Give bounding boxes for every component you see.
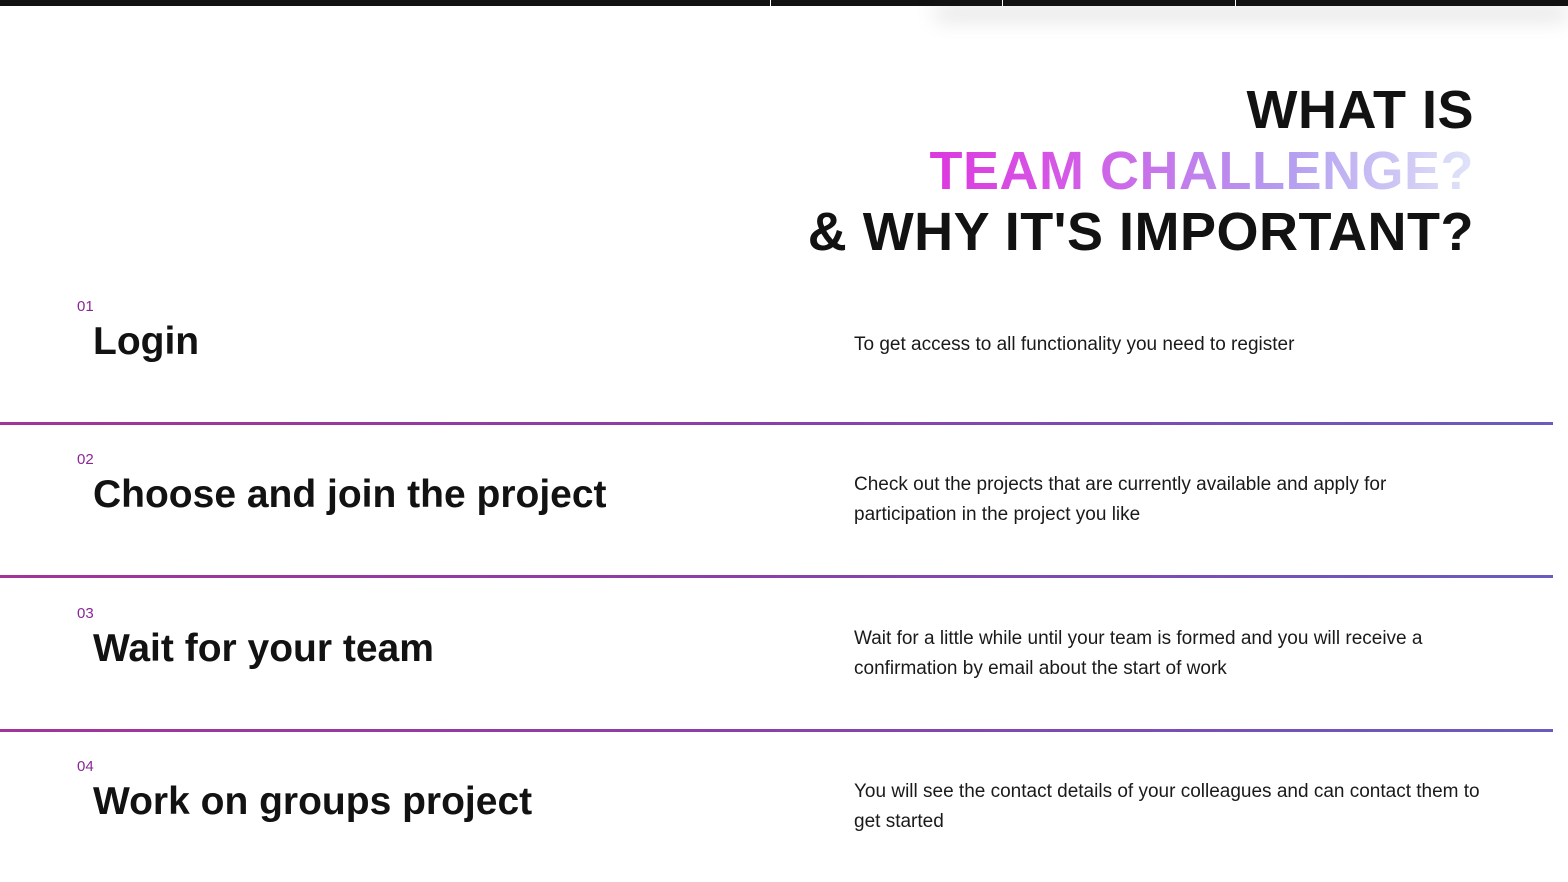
step-title: Work on groups project	[93, 780, 533, 823]
step-number: 03	[77, 605, 94, 622]
step-description: You will see the contact details of your…	[854, 781, 1480, 832]
step-item-login: 01 Login To get access to all functional…	[0, 298, 1568, 451]
step-item-wait-team: 03 Wait for your team Wait for a little …	[0, 605, 1568, 758]
nav-shadow	[935, 0, 1568, 6]
step-description: To get access to all functionality you n…	[854, 334, 1295, 355]
heading-line-1: WHAT IS	[1246, 80, 1474, 140]
step-title: Choose and join the project	[93, 473, 607, 516]
step-title: Login	[93, 320, 200, 363]
heading-line-3: & WHY IT'S IMPORTANT?	[807, 202, 1474, 262]
top-navigation-bar	[0, 0, 1568, 6]
step-divider	[0, 729, 1553, 732]
section-heading: WHAT IS TEAM CHALLENGE? & WHY IT'S IMPOR…	[808, 80, 1474, 263]
step-divider	[0, 575, 1553, 578]
step-divider	[0, 422, 1553, 425]
step-number: 02	[77, 451, 94, 468]
step-description: Wait for a little while until your team …	[854, 628, 1423, 679]
step-number: 04	[77, 758, 94, 775]
nav-separator	[770, 0, 771, 6]
step-item-choose-project: 02 Choose and join the project Check out…	[0, 451, 1568, 604]
step-item-work-project: 04 Work on groups project You will see t…	[0, 758, 1568, 882]
step-number: 01	[77, 298, 94, 315]
step-description: Check out the projects that are currentl…	[854, 474, 1387, 525]
step-title: Wait for your team	[93, 627, 434, 670]
heading-line-2-highlight: TEAM CHALLENGE?	[808, 141, 1474, 202]
page: WHAT IS TEAM CHALLENGE? & WHY IT'S IMPOR…	[0, 0, 1568, 882]
nav-separator	[1235, 0, 1236, 6]
nav-separator	[1002, 0, 1003, 6]
